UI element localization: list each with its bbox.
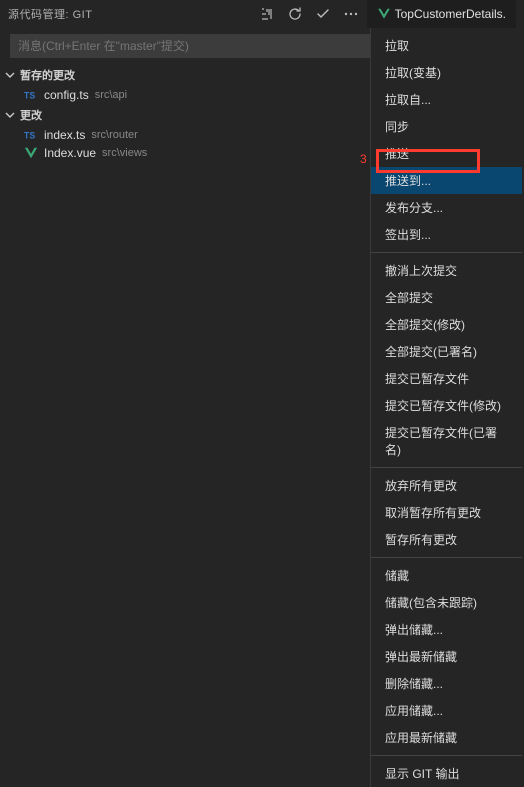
git-context-menu: 拉取 拉取(变基) 拉取自... 同步 推送 推送到... 发布分支... 签出… bbox=[370, 28, 522, 787]
menu-pull-rebase[interactable]: 拉取(变基) bbox=[371, 59, 522, 86]
menu-commit-all-signed[interactable]: 全部提交(已署名) bbox=[371, 338, 522, 365]
menu-separator bbox=[371, 557, 522, 558]
file-name: config.ts bbox=[44, 88, 89, 102]
menu-separator bbox=[371, 252, 522, 253]
menu-checkout-to[interactable]: 签出到... bbox=[371, 221, 522, 248]
menu-discard-all[interactable]: 放弃所有更改 bbox=[371, 472, 522, 499]
menu-commit-staged-amend[interactable]: 提交已暂存文件(修改) bbox=[371, 392, 522, 419]
menu-unstage-all[interactable]: 取消暂存所有更改 bbox=[371, 499, 522, 526]
menu-sync[interactable]: 同步 bbox=[371, 113, 522, 140]
menu-undo-last-commit[interactable]: 撤消上次提交 bbox=[371, 257, 522, 284]
menu-push-to[interactable]: 推送到... bbox=[371, 167, 522, 194]
menu-pull-from[interactable]: 拉取自... bbox=[371, 86, 522, 113]
menu-pop-stash[interactable]: 弹出储藏... bbox=[371, 616, 522, 643]
svg-text:TS: TS bbox=[24, 131, 35, 141]
menu-commit-staged[interactable]: 提交已暂存文件 bbox=[371, 365, 522, 392]
menu-push[interactable]: 推送 bbox=[371, 140, 522, 167]
view-list-icon[interactable] bbox=[259, 6, 275, 22]
chevron-down-icon bbox=[4, 109, 16, 121]
menu-stash-untracked[interactable]: 储藏(包含未跟踪) bbox=[371, 589, 522, 616]
typescript-file-icon: TS bbox=[24, 88, 38, 102]
menu-commit-all[interactable]: 全部提交 bbox=[371, 284, 522, 311]
tab-filename: TopCustomerDetails. bbox=[395, 7, 506, 21]
menu-publish-branch[interactable]: 发布分支... bbox=[371, 194, 522, 221]
menu-pop-latest-stash[interactable]: 弹出最新储藏 bbox=[371, 643, 522, 670]
typescript-file-icon: TS bbox=[24, 128, 38, 142]
scm-title: 源代码管理: GIT bbox=[8, 6, 259, 22]
changes-label: 更改 bbox=[20, 107, 42, 123]
vue-file-icon bbox=[377, 7, 391, 21]
file-name: index.ts bbox=[44, 128, 85, 142]
menu-stage-all[interactable]: 暂存所有更改 bbox=[371, 526, 522, 553]
file-path: src\views bbox=[102, 147, 147, 159]
menu-stash[interactable]: 储藏 bbox=[371, 562, 522, 589]
editor-tab[interactable]: TopCustomerDetails. bbox=[367, 0, 516, 28]
vue-file-icon bbox=[24, 146, 38, 160]
menu-commit-staged-signed[interactable]: 提交已暂存文件(已署名) bbox=[371, 419, 522, 463]
menu-show-git-output[interactable]: 显示 GIT 输出 bbox=[371, 760, 522, 787]
svg-text:TS: TS bbox=[24, 91, 35, 101]
file-path: src\router bbox=[91, 129, 137, 141]
menu-drop-stash[interactable]: 删除储藏... bbox=[371, 670, 522, 697]
commit-check-icon[interactable] bbox=[315, 6, 331, 22]
menu-pull[interactable]: 拉取 bbox=[371, 32, 522, 59]
chevron-down-icon bbox=[4, 69, 16, 81]
file-path: src\api bbox=[95, 89, 127, 101]
menu-apply-stash[interactable]: 应用储藏... bbox=[371, 697, 522, 724]
file-name: Index.vue bbox=[44, 146, 96, 160]
menu-apply-latest-stash[interactable]: 应用最新储藏 bbox=[371, 724, 522, 751]
scm-header: 源代码管理: GIT TopCustomerDetails. bbox=[0, 0, 524, 28]
staged-label: 暂存的更改 bbox=[20, 67, 75, 83]
more-actions-icon[interactable] bbox=[343, 6, 359, 22]
refresh-icon[interactable] bbox=[287, 6, 303, 22]
menu-separator bbox=[371, 755, 522, 756]
menu-separator bbox=[371, 467, 522, 468]
menu-commit-all-amend[interactable]: 全部提交(修改) bbox=[371, 311, 522, 338]
annotation-label: 3 bbox=[360, 152, 367, 166]
